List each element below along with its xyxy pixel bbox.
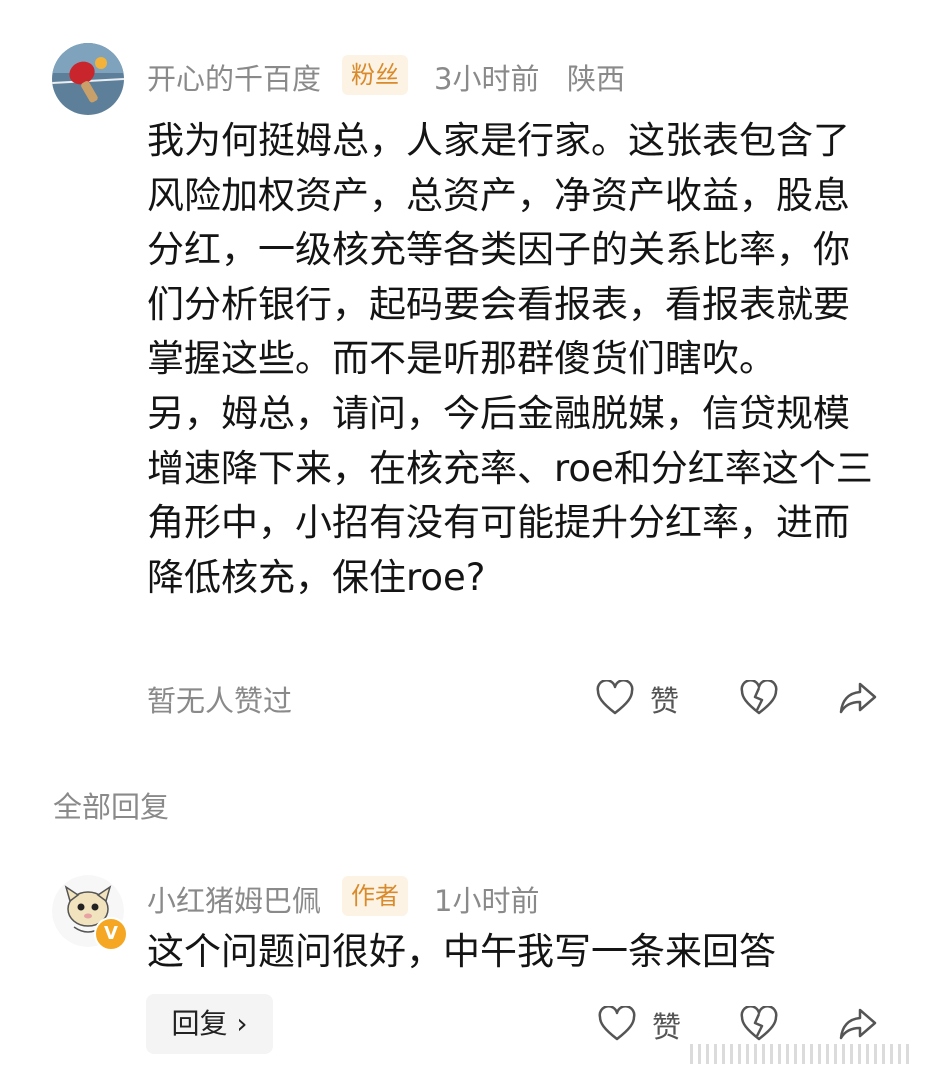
author-badge: 作者	[342, 876, 408, 916]
share-arrow-icon	[839, 1008, 877, 1040]
reply-time: 1小时前	[434, 884, 540, 918]
broken-heart-icon	[740, 1006, 778, 1041]
broken-heart-icon	[740, 680, 778, 715]
author-username[interactable]: 小红猪姆巴佩	[147, 878, 321, 920]
fan-badge: 粉丝	[342, 55, 408, 95]
dislike-button[interactable]	[740, 680, 778, 716]
heart-icon	[596, 680, 634, 716]
all-replies-label: 全部回复	[53, 790, 170, 824]
reply-like-button[interactable]: 赞	[598, 1004, 698, 1048]
comment-body: 我为何挺姆总，人家是行家。这张表包含了风险加权资产，总资产，净资产收益，股息分红…	[147, 114, 877, 605]
reply-dislike-button[interactable]	[740, 1006, 778, 1042]
heart-icon	[598, 1006, 636, 1042]
verified-mark: V	[104, 923, 118, 944]
reply-button[interactable]: 回复 ›	[146, 994, 273, 1054]
commenter-username[interactable]: 开心的千百度	[147, 56, 321, 98]
reply-like-label: 赞	[652, 1010, 682, 1044]
comment-paragraph: 另，姆总，请问，今后金融脱媒，信贷规模增速降下来，在核充率、roe和分红率这个三…	[147, 391, 873, 599]
share-button[interactable]	[838, 680, 878, 716]
ping-pong-avatar-image	[52, 43, 124, 115]
share-arrow-icon	[839, 682, 877, 714]
reply-body: 这个问题问很好，中午我写一条来回答	[147, 930, 776, 973]
comment-location: 陕西	[567, 62, 626, 96]
comment-time: 3小时前	[434, 62, 540, 96]
like-label: 赞	[650, 684, 680, 718]
comment-paragraph: 我为何挺姆总，人家是行家。这张表包含了风险加权资产，总资产，净资产收益，股息分红…	[147, 119, 850, 381]
corner-watermark	[690, 1044, 910, 1064]
like-button[interactable]: 赞	[596, 678, 696, 722]
likes-status: 暂无人赞过	[147, 684, 293, 718]
verified-badge-icon: V	[94, 917, 128, 951]
reply-share-button[interactable]	[838, 1006, 878, 1042]
commenter-avatar[interactable]	[52, 43, 124, 115]
